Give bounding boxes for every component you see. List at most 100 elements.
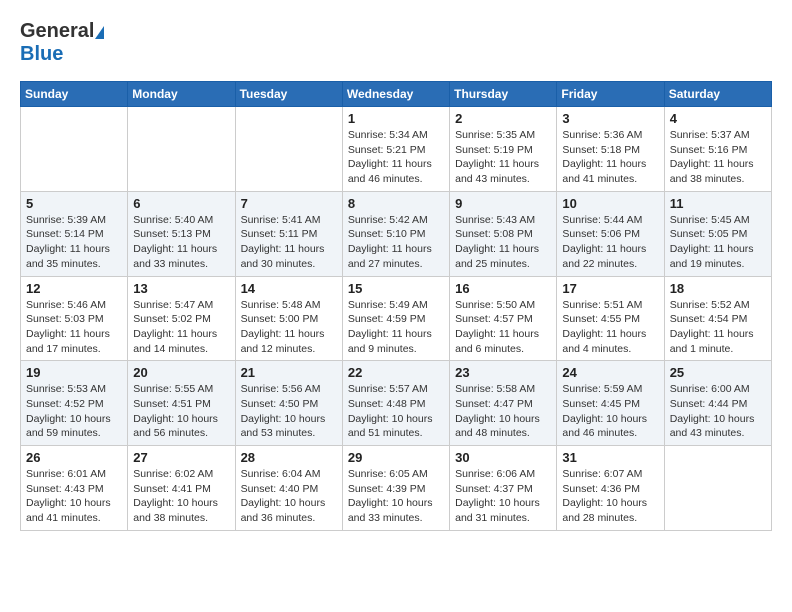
day-number: 9 xyxy=(455,196,551,211)
day-info: Sunrise: 5:59 AM Sunset: 4:45 PM Dayligh… xyxy=(562,382,658,441)
day-info: Sunrise: 5:50 AM Sunset: 4:57 PM Dayligh… xyxy=(455,298,551,357)
day-info: Sunrise: 5:53 AM Sunset: 4:52 PM Dayligh… xyxy=(26,382,122,441)
day-info: Sunrise: 5:58 AM Sunset: 4:47 PM Dayligh… xyxy=(455,382,551,441)
day-number: 10 xyxy=(562,196,658,211)
day-header-friday: Friday xyxy=(557,82,664,107)
calendar-cell: 24 Sunrise: 5:59 AM Sunset: 4:45 PM Dayli… xyxy=(557,361,664,446)
day-number: 1 xyxy=(348,111,444,126)
calendar-cell: 7 Sunrise: 5:41 AM Sunset: 5:11 PM Daylig… xyxy=(235,191,342,276)
calendar-cell: 20Sunrise: 5:55 AM Sunset: 4:51 PM Dayli… xyxy=(128,361,235,446)
day-info: Sunrise: 5:55 AM Sunset: 4:51 PM Dayligh… xyxy=(133,382,229,441)
calendar-cell: 22 Sunrise: 5:57 AM Sunset: 4:48 PM Dayli… xyxy=(342,361,449,446)
day-number: 18 xyxy=(670,281,766,296)
day-header-sunday: Sunday xyxy=(21,82,128,107)
day-number: 17 xyxy=(562,281,658,296)
calendar-week-row: 19 Sunrise: 5:53 AM Sunset: 4:52 PM Dayli… xyxy=(21,361,772,446)
calendar-week-row: 26 Sunrise: 6:01 AM Sunset: 4:43 PM Dayli… xyxy=(21,446,772,531)
calendar-cell: 1 Sunrise: 5:34 AM Sunset: 5:21 PM Daylig… xyxy=(342,107,449,192)
day-info: Sunrise: 5:36 AM Sunset: 5:18 PM Dayligh… xyxy=(562,128,658,187)
day-number: 22 xyxy=(348,365,444,380)
calendar-cell: 31Sunrise: 6:07 AM Sunset: 4:36 PM Dayli… xyxy=(557,446,664,531)
calendar-cell: 29 Sunrise: 6:05 AM Sunset: 4:39 PM Dayli… xyxy=(342,446,449,531)
calendar-cell: 21 Sunrise: 5:56 AM Sunset: 4:50 PM Dayli… xyxy=(235,361,342,446)
calendar-cell: 6 Sunrise: 5:40 AM Sunset: 5:13 PM Daylig… xyxy=(128,191,235,276)
calendar-cell: 26 Sunrise: 6:01 AM Sunset: 4:43 PM Dayli… xyxy=(21,446,128,531)
day-info: Sunrise: 6:05 AM Sunset: 4:39 PM Dayligh… xyxy=(348,467,444,526)
day-number: 13 xyxy=(133,281,229,296)
day-number: 16 xyxy=(455,281,551,296)
day-number: 21 xyxy=(241,365,337,380)
day-number: 27 xyxy=(133,450,229,465)
day-number: 19 xyxy=(26,365,122,380)
day-info: Sunrise: 5:41 AM Sunset: 5:11 PM Dayligh… xyxy=(241,213,337,272)
day-info: Sunrise: 5:35 AM Sunset: 5:19 PM Dayligh… xyxy=(455,128,551,187)
day-info: Sunrise: 5:47 AM Sunset: 5:02 PM Dayligh… xyxy=(133,298,229,357)
calendar-cell xyxy=(21,107,128,192)
calendar-cell: 23 Sunrise: 5:58 AM Sunset: 4:47 PM Dayli… xyxy=(450,361,557,446)
logo-blue: Blue xyxy=(20,43,63,65)
day-info: Sunrise: 5:39 AM Sunset: 5:14 PM Dayligh… xyxy=(26,213,122,272)
day-number: 24 xyxy=(562,365,658,380)
day-number: 11 xyxy=(670,196,766,211)
calendar-cell: 9 Sunrise: 5:43 AM Sunset: 5:08 PM Daylig… xyxy=(450,191,557,276)
calendar-cell: 28Sunrise: 6:04 AM Sunset: 4:40 PM Dayli… xyxy=(235,446,342,531)
day-number: 26 xyxy=(26,450,122,465)
day-info: Sunrise: 6:01 AM Sunset: 4:43 PM Dayligh… xyxy=(26,467,122,526)
day-number: 25 xyxy=(670,365,766,380)
calendar-week-row: 1 Sunrise: 5:34 AM Sunset: 5:21 PM Daylig… xyxy=(21,107,772,192)
day-info: Sunrise: 5:49 AM Sunset: 4:59 PM Dayligh… xyxy=(348,298,444,357)
calendar-cell: 27 Sunrise: 6:02 AM Sunset: 4:41 PM Dayli… xyxy=(128,446,235,531)
calendar-cell: 13 Sunrise: 5:47 AM Sunset: 5:02 PM Dayli… xyxy=(128,276,235,361)
day-number: 4 xyxy=(670,111,766,126)
day-header-saturday: Saturday xyxy=(664,82,771,107)
day-number: 7 xyxy=(241,196,337,211)
day-number: 23 xyxy=(455,365,551,380)
calendar-cell: 10 Sunrise: 5:44 AM Sunset: 5:06 PM Dayli… xyxy=(557,191,664,276)
calendar-cell: 25Sunrise: 6:00 AM Sunset: 4:44 PM Dayli… xyxy=(664,361,771,446)
calendar-cell: 18Sunrise: 5:52 AM Sunset: 4:54 PM Dayli… xyxy=(664,276,771,361)
day-number: 5 xyxy=(26,196,122,211)
calendar-cell: 2 Sunrise: 5:35 AM Sunset: 5:19 PM Daylig… xyxy=(450,107,557,192)
day-info: Sunrise: 5:44 AM Sunset: 5:06 PM Dayligh… xyxy=(562,213,658,272)
day-number: 6 xyxy=(133,196,229,211)
day-header-thursday: Thursday xyxy=(450,82,557,107)
day-number: 15 xyxy=(348,281,444,296)
day-info: Sunrise: 6:04 AM Sunset: 4:40 PM Dayligh… xyxy=(241,467,337,526)
day-info: Sunrise: 5:56 AM Sunset: 4:50 PM Dayligh… xyxy=(241,382,337,441)
calendar-cell: 12 Sunrise: 5:46 AM Sunset: 5:03 PM Dayli… xyxy=(21,276,128,361)
calendar-cell: 30 Sunrise: 6:06 AM Sunset: 4:37 PM Dayli… xyxy=(450,446,557,531)
calendar-cell xyxy=(235,107,342,192)
calendar-header-row: SundayMondayTuesdayWednesdayThursdayFrid… xyxy=(21,82,772,107)
calendar-cell: 15 Sunrise: 5:49 AM Sunset: 4:59 PM Dayli… xyxy=(342,276,449,361)
calendar-cell: 14Sunrise: 5:48 AM Sunset: 5:00 PM Dayli… xyxy=(235,276,342,361)
day-header-tuesday: Tuesday xyxy=(235,82,342,107)
day-info: Sunrise: 5:40 AM Sunset: 5:13 PM Dayligh… xyxy=(133,213,229,272)
day-info: Sunrise: 5:42 AM Sunset: 5:10 PM Dayligh… xyxy=(348,213,444,272)
day-number: 30 xyxy=(455,450,551,465)
calendar-cell: 17 Sunrise: 5:51 AM Sunset: 4:55 PM Dayli… xyxy=(557,276,664,361)
day-info: Sunrise: 5:45 AM Sunset: 5:05 PM Dayligh… xyxy=(670,213,766,272)
day-info: Sunrise: 6:06 AM Sunset: 4:37 PM Dayligh… xyxy=(455,467,551,526)
day-info: Sunrise: 6:02 AM Sunset: 4:41 PM Dayligh… xyxy=(133,467,229,526)
calendar-cell: 11 Sunrise: 5:45 AM Sunset: 5:05 PM Dayli… xyxy=(664,191,771,276)
logo-triangle-icon xyxy=(95,26,104,39)
day-header-wednesday: Wednesday xyxy=(342,82,449,107)
day-info: Sunrise: 5:46 AM Sunset: 5:03 PM Dayligh… xyxy=(26,298,122,357)
day-info: Sunrise: 5:37 AM Sunset: 5:16 PM Dayligh… xyxy=(670,128,766,187)
calendar-cell: 16 Sunrise: 5:50 AM Sunset: 4:57 PM Dayli… xyxy=(450,276,557,361)
logo-general: General xyxy=(20,20,94,43)
day-header-monday: Monday xyxy=(128,82,235,107)
day-number: 12 xyxy=(26,281,122,296)
calendar-cell xyxy=(664,446,771,531)
day-info: Sunrise: 5:43 AM Sunset: 5:08 PM Dayligh… xyxy=(455,213,551,272)
calendar-cell: 19 Sunrise: 5:53 AM Sunset: 4:52 PM Dayli… xyxy=(21,361,128,446)
day-number: 2 xyxy=(455,111,551,126)
day-info: Sunrise: 5:48 AM Sunset: 5:00 PM Dayligh… xyxy=(241,298,337,357)
day-number: 29 xyxy=(348,450,444,465)
day-info: Sunrise: 5:57 AM Sunset: 4:48 PM Dayligh… xyxy=(348,382,444,441)
day-info: Sunrise: 5:51 AM Sunset: 4:55 PM Dayligh… xyxy=(562,298,658,357)
calendar-week-row: 12 Sunrise: 5:46 AM Sunset: 5:03 PM Dayli… xyxy=(21,276,772,361)
day-number: 3 xyxy=(562,111,658,126)
day-info: Sunrise: 5:34 AM Sunset: 5:21 PM Dayligh… xyxy=(348,128,444,187)
day-info: Sunrise: 6:07 AM Sunset: 4:36 PM Dayligh… xyxy=(562,467,658,526)
